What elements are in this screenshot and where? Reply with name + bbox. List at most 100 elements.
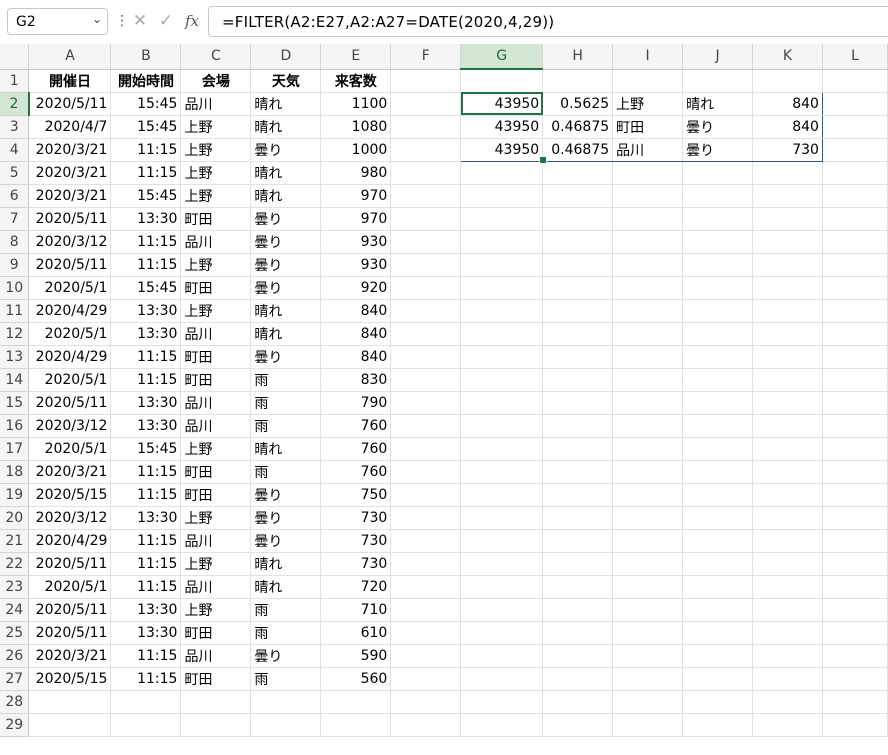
- cell-h3[interactable]: 0.46875: [542, 115, 614, 139]
- cell-j21[interactable]: [682, 529, 754, 553]
- cell-a26[interactable]: 2020/3/21: [28, 644, 112, 668]
- cell-g17[interactable]: [460, 437, 544, 461]
- cell-f24[interactable]: [390, 598, 462, 622]
- cell-c24[interactable]: 上野: [180, 598, 252, 622]
- cell-c5[interactable]: 上野: [180, 161, 252, 185]
- cell-a7[interactable]: 2020/5/11: [28, 207, 112, 231]
- row-header[interactable]: 26: [0, 644, 30, 668]
- cell-l7[interactable]: [822, 207, 888, 231]
- cell-g27[interactable]: [460, 667, 544, 691]
- row-header[interactable]: 17: [0, 437, 30, 461]
- cell-c1[interactable]: 会場: [180, 69, 252, 93]
- cell-k6[interactable]: [752, 184, 823, 208]
- cell-g13[interactable]: [460, 345, 544, 369]
- column-header-c[interactable]: C: [180, 44, 252, 70]
- cell-f5[interactable]: [390, 161, 462, 185]
- cell-l5[interactable]: [822, 161, 888, 185]
- column-header-f[interactable]: F: [390, 44, 462, 70]
- cell-b28[interactable]: [110, 690, 182, 714]
- cell-i18[interactable]: [612, 460, 684, 484]
- cell-h25[interactable]: [542, 621, 614, 645]
- row-header[interactable]: 15: [0, 391, 30, 415]
- name-box[interactable]: G2 ⌄: [7, 8, 108, 35]
- cell-e19[interactable]: 750: [320, 483, 392, 507]
- cell-c18[interactable]: 町田: [180, 460, 252, 484]
- cell-c16[interactable]: 品川: [180, 414, 252, 438]
- cell-c11[interactable]: 上野: [180, 299, 252, 323]
- cell-c14[interactable]: 町田: [180, 368, 252, 392]
- cell-b4[interactable]: 11:15: [110, 138, 182, 162]
- cell-d7[interactable]: 曇り: [250, 207, 322, 231]
- cell-e21[interactable]: 730: [320, 529, 392, 553]
- cell-b26[interactable]: 11:15: [110, 644, 182, 668]
- cell-l23[interactable]: [822, 575, 888, 599]
- cell-a11[interactable]: 2020/4/29: [28, 299, 112, 323]
- cell-g2[interactable]: 43950: [460, 91, 544, 116]
- cell-e18[interactable]: 760: [320, 460, 392, 484]
- cell-b19[interactable]: 11:15: [110, 483, 182, 507]
- cell-l12[interactable]: [822, 322, 888, 346]
- cell-d25[interactable]: 雨: [250, 621, 322, 645]
- cell-d19[interactable]: 曇り: [250, 483, 322, 507]
- cell-j29[interactable]: [682, 713, 754, 737]
- cell-k22[interactable]: [752, 552, 823, 576]
- cell-f11[interactable]: [390, 299, 462, 323]
- cell-i22[interactable]: [612, 552, 684, 576]
- cell-d11[interactable]: 晴れ: [250, 299, 322, 323]
- cell-i7[interactable]: [612, 207, 684, 231]
- column-header-k[interactable]: K: [752, 44, 823, 70]
- cell-i11[interactable]: [612, 299, 684, 323]
- cell-e10[interactable]: 920: [320, 276, 392, 300]
- cell-h9[interactable]: [542, 253, 614, 277]
- cell-g8[interactable]: [460, 230, 544, 254]
- cell-i2[interactable]: 上野: [612, 91, 684, 116]
- cell-h10[interactable]: [542, 276, 614, 300]
- cell-g23[interactable]: [460, 575, 544, 599]
- cell-c26[interactable]: 品川: [180, 644, 252, 668]
- cell-h6[interactable]: [542, 184, 614, 208]
- cell-h4[interactable]: 0.46875: [542, 138, 614, 162]
- cell-a25[interactable]: 2020/5/11: [28, 621, 112, 645]
- cell-a29[interactable]: [28, 713, 112, 737]
- cell-k19[interactable]: [752, 483, 823, 507]
- cell-c17[interactable]: 上野: [180, 437, 252, 461]
- cell-j25[interactable]: [682, 621, 754, 645]
- cell-a8[interactable]: 2020/3/12: [28, 230, 112, 254]
- cell-g24[interactable]: [460, 598, 544, 622]
- cell-j5[interactable]: [682, 161, 754, 185]
- cell-j11[interactable]: [682, 299, 754, 323]
- cell-e22[interactable]: 730: [320, 552, 392, 576]
- cell-f27[interactable]: [390, 667, 462, 691]
- cell-l22[interactable]: [822, 552, 888, 576]
- cell-e15[interactable]: 790: [320, 391, 392, 415]
- cell-i15[interactable]: [612, 391, 684, 415]
- cell-l17[interactable]: [822, 437, 888, 461]
- cell-j3[interactable]: 曇り: [682, 115, 754, 139]
- cell-i27[interactable]: [612, 667, 684, 691]
- cell-e28[interactable]: [320, 690, 392, 714]
- cell-c7[interactable]: 町田: [180, 207, 252, 231]
- cell-l1[interactable]: [822, 69, 888, 93]
- cell-a13[interactable]: 2020/4/29: [28, 345, 112, 369]
- cell-e16[interactable]: 760: [320, 414, 392, 438]
- cell-a6[interactable]: 2020/3/21: [28, 184, 112, 208]
- column-header-j[interactable]: J: [682, 44, 754, 70]
- cell-h12[interactable]: [542, 322, 614, 346]
- cell-g15[interactable]: [460, 391, 544, 415]
- cell-c25[interactable]: 町田: [180, 621, 252, 645]
- cell-d18[interactable]: 雨: [250, 460, 322, 484]
- column-header-b[interactable]: B: [110, 44, 182, 70]
- cell-h5[interactable]: [542, 161, 614, 185]
- cell-d28[interactable]: [250, 690, 322, 714]
- cell-g21[interactable]: [460, 529, 544, 553]
- cell-e7[interactable]: 970: [320, 207, 392, 231]
- cell-i17[interactable]: [612, 437, 684, 461]
- cell-c19[interactable]: 町田: [180, 483, 252, 507]
- cell-h13[interactable]: [542, 345, 614, 369]
- cell-k16[interactable]: [752, 414, 823, 438]
- cell-l24[interactable]: [822, 598, 888, 622]
- cell-l21[interactable]: [822, 529, 888, 553]
- cell-a27[interactable]: 2020/5/15: [28, 667, 112, 691]
- cell-c3[interactable]: 上野: [180, 115, 252, 139]
- row-header[interactable]: 21: [0, 529, 30, 553]
